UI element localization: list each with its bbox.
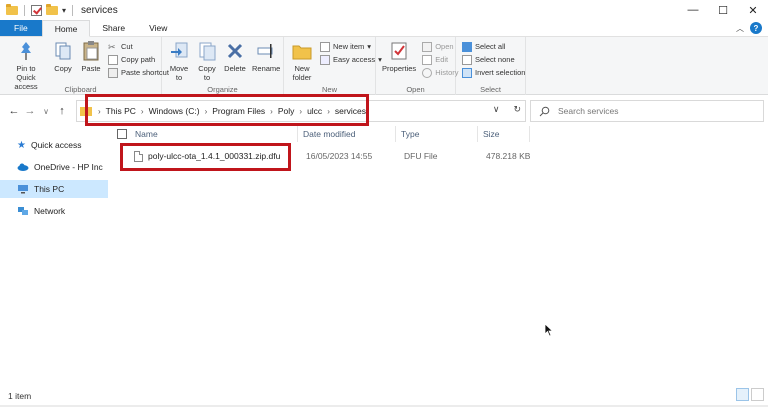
close-button[interactable]: ✕ <box>738 0 768 20</box>
select-all-button[interactable]: Select all <box>462 41 525 52</box>
tab-share[interactable]: Share <box>90 20 137 36</box>
file-type: DFU File <box>404 151 438 161</box>
tab-file[interactable]: File <box>0 20 42 36</box>
new-group: New folder New item ▾ Easy access ▾ New <box>284 37 382 95</box>
collapse-ribbon-icon[interactable]: ︿ <box>736 23 744 34</box>
quick-access-dropdown-icon[interactable]: ▾ <box>62 6 66 15</box>
invert-selection-icon <box>462 67 472 78</box>
delete-icon <box>227 43 243 59</box>
select-group-label: Select <box>480 85 501 94</box>
cut-button[interactable]: ✂ Cut <box>108 41 169 52</box>
status-bar: 1 item <box>0 384 768 407</box>
select-all-checkbox[interactable] <box>117 129 127 139</box>
select-group: Select all Select none Invert selection … <box>456 37 526 95</box>
column-header-date[interactable]: Date modified <box>298 126 396 142</box>
copy-path-button[interactable]: Copy path <box>108 54 169 65</box>
ribbon-tabs: File Home Share View ︿ ? <box>0 20 768 37</box>
details-view-icon[interactable] <box>736 388 749 401</box>
ribbon: Pin to Quick access Copy Paste ✂ Cut Copy… <box>0 37 768 95</box>
copy-path-icon <box>108 54 118 65</box>
invert-selection-button[interactable]: Invert selection <box>462 67 525 78</box>
new-item-icon <box>320 41 330 52</box>
up-arrow-icon[interactable]: ↑ <box>54 105 70 117</box>
select-all-icon <box>462 41 472 52</box>
move-to-icon <box>171 42 188 58</box>
paste-shortcut-icon <box>108 67 118 78</box>
refresh-icon[interactable]: ↻ <box>513 104 521 115</box>
search-icon <box>539 106 550 116</box>
item-count: 1 item <box>8 390 32 401</box>
search-input[interactable]: Search services <box>530 100 764 122</box>
select-none-icon <box>462 54 472 65</box>
star-icon: ★ <box>17 139 26 151</box>
new-folder-icon <box>292 45 312 60</box>
clipboard-group-label: Clipboard <box>64 85 97 94</box>
window-title: services <box>81 4 118 16</box>
network-icon <box>18 207 28 215</box>
title-bar: ▾ services — ☐ ✕ <box>0 0 768 20</box>
scissors-icon: ✂ <box>108 41 116 52</box>
edit-icon <box>422 54 433 65</box>
folder-icon <box>6 3 18 15</box>
search-placeholder: Search services <box>558 106 619 116</box>
cloud-icon <box>17 163 29 171</box>
copy-icon <box>55 42 71 60</box>
sidebar-item-quick-access[interactable]: ★ Quick access <box>0 136 108 154</box>
open-icon <box>422 41 433 52</box>
paste-icon <box>83 41 99 61</box>
history-icon <box>422 67 433 78</box>
address-dropdown-icon[interactable]: ∨ <box>493 104 500 115</box>
column-headers: Name Date modified Type Size <box>112 126 768 142</box>
new-group-label: New <box>321 85 337 94</box>
select-none-button[interactable]: Select none <box>462 54 525 65</box>
navigation-pane: ★ Quick access OneDrive - HP Inc This PC… <box>0 128 108 378</box>
organize-group: Move to Copy to Delete Rename Organize <box>162 37 284 95</box>
edit-button[interactable]: Edit <box>422 54 458 65</box>
pin-icon <box>21 42 31 60</box>
tab-view[interactable]: View <box>137 20 179 36</box>
file-highlight-box <box>120 143 291 171</box>
address-highlight-box <box>85 94 369 126</box>
column-header-type[interactable]: Type <box>396 126 478 142</box>
copy-to-icon <box>199 42 216 61</box>
sidebar-item-this-pc[interactable]: This PC <box>0 180 108 198</box>
clipboard-group: Pin to Quick access Copy Paste ✂ Cut Copy… <box>0 37 169 95</box>
new-item-button[interactable]: New item ▾ <box>320 41 382 52</box>
forward-arrow-icon[interactable]: → <box>22 105 38 117</box>
organize-group-label: Organize <box>207 85 238 94</box>
column-header-name[interactable]: Name <box>133 126 298 142</box>
file-date: 16/05/2023 14:55 <box>306 151 373 161</box>
history-button[interactable]: History <box>422 67 459 78</box>
paste-shortcut-button[interactable]: Paste shortcut <box>108 67 169 78</box>
back-arrow-icon[interactable]: ← <box>6 105 22 117</box>
easy-access-button[interactable]: Easy access ▾ <box>320 54 382 65</box>
sidebar-item-onedrive[interactable]: OneDrive - HP Inc <box>0 158 108 176</box>
open-button[interactable]: Open <box>422 41 458 52</box>
large-icons-view-icon[interactable] <box>751 388 764 401</box>
properties-icon <box>391 42 407 60</box>
minimize-button[interactable]: — <box>678 0 708 20</box>
properties-quick-icon[interactable] <box>31 4 42 16</box>
column-header-size[interactable]: Size <box>478 126 530 142</box>
sidebar-item-network[interactable]: Network <box>0 202 108 220</box>
rename-icon <box>257 44 273 58</box>
easy-access-icon <box>320 54 330 65</box>
computer-icon <box>18 185 28 194</box>
help-icon[interactable]: ? <box>750 22 762 34</box>
open-group: Properties Open Edit History Open <box>376 37 459 95</box>
new-folder-quick-icon[interactable] <box>46 3 58 15</box>
open-group-label: Open <box>406 85 425 94</box>
recent-locations-icon[interactable]: ∨ <box>38 107 54 116</box>
file-size: 478.218 KB <box>486 151 531 161</box>
tab-home[interactable]: Home <box>41 20 91 37</box>
maximize-button[interactable]: ☐ <box>708 0 738 20</box>
